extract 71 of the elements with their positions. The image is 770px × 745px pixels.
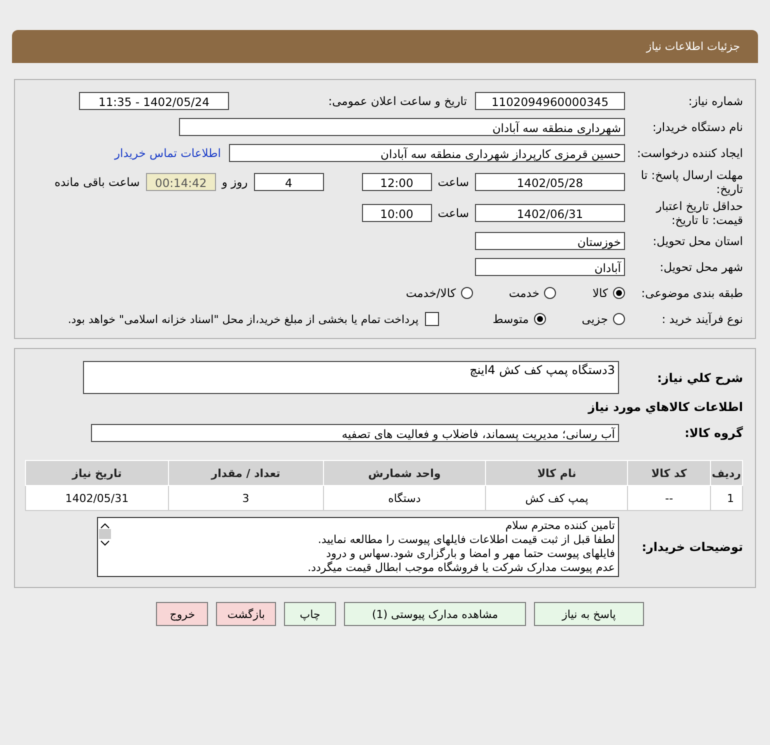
remaining-time-field: 00:14:42: [146, 172, 216, 190]
category-radio[interactable]: کالا: [592, 286, 625, 300]
category-radio[interactable]: کالا/خدمت: [406, 286, 473, 300]
action-button[interactable]: بازگشت: [216, 602, 276, 626]
category-radio[interactable]: خدمت: [508, 286, 556, 300]
field-label: نام دستگاه خریدار:: [651, 120, 743, 134]
field-label: تاریخ و ساعت اعلان عمومی:: [327, 94, 467, 108]
field-label: شهر محل تحویل:: [658, 260, 743, 274]
column-header: تاریخ نیاز: [26, 460, 168, 486]
action-button[interactable]: پاسخ به نیاز: [534, 602, 644, 626]
radio-icon[interactable]: [460, 287, 473, 299]
field-label: استان محل تحویل:: [652, 234, 743, 248]
scroll-up-icon[interactable]: [100, 522, 110, 530]
buyer-field: شهرداری منطقه سه آبادان: [179, 118, 625, 136]
field-label: توضیحات خریدار:: [640, 540, 743, 554]
radio-icon[interactable]: [613, 287, 625, 299]
column-header: نام کالا: [486, 460, 628, 486]
field-label: ایجاد کننده درخواست:: [636, 146, 743, 160]
field-label: مهلت ارسال پاسخ: تا تاریخ:: [640, 168, 743, 196]
table-cell: پمپ کف کش: [486, 486, 628, 510]
deadline-date-field: 1402/05/28: [475, 172, 625, 190]
purchase-type-radio[interactable]: متوسط: [492, 312, 546, 326]
table-cell: 1: [710, 486, 742, 510]
deadline-time-field: 12:00: [362, 172, 432, 190]
table-cell: --: [628, 486, 710, 510]
goods-group-field: آب رسانی؛ مدیریت پسماند، فاضلاب و فعالیت های تصفیه: [91, 424, 619, 442]
radio-icon[interactable]: [534, 313, 546, 325]
creator-field: حسین قرمزی کارپرداز شهرداری منطقه سه آبادان: [229, 144, 625, 162]
field-label: طبقه بندی موضوعی:: [640, 286, 743, 300]
need-number-field: 1102094960000345: [475, 92, 625, 110]
field-label: شرح کلي نياز:: [656, 370, 743, 384]
radio-icon[interactable]: [544, 287, 556, 299]
note-line: تامین کننده محترم سلام: [504, 519, 615, 533]
city-field: آبادان: [475, 258, 625, 276]
remaining-label: ساعت باقی مانده: [54, 174, 140, 188]
field-label: نوع فرآیند خرید :: [660, 312, 743, 326]
province-field: خوزستان: [475, 232, 625, 250]
note-line: لطفا قبل از ثبت قیمت اطلاعات فایلهای پیوست را مطالعه نمایید.: [316, 533, 615, 547]
time-label: ساعت: [438, 174, 469, 188]
buyer-contact-link[interactable]: اطلاعات تماس خریدار: [114, 146, 221, 160]
payment-checkbox-label: پرداخت تمام یا بخشی از مبلغ خرید،از محل "اسناد خزانه اسلامی" خواهد بود.: [68, 312, 419, 326]
days-label: روز و: [222, 174, 248, 188]
field-label: شماره نیاز:: [687, 94, 743, 108]
field-label: حداقل تاریخ اعتبار قیمت: تا تاریخ:: [654, 198, 743, 226]
section-heading: اطلاعات کالاهاي مورد نياز: [588, 400, 743, 414]
table-cell: 1402/05/31: [26, 486, 168, 510]
column-header: واحد شمارش: [323, 460, 486, 486]
purchase-type-radio[interactable]: جزیی: [582, 312, 625, 326]
action-button[interactable]: مشاهده مدارک پیوستی (1): [344, 602, 526, 626]
days-field: 4: [254, 172, 324, 190]
column-header: ردیف: [710, 460, 742, 486]
validity-time-field: 10:00: [362, 204, 432, 222]
checkbox[interactable]: [424, 312, 439, 326]
radio-icon[interactable]: [613, 313, 625, 325]
note-line: فایلهای پیوست حتما مهر و امضا و بارگزاری شود.سهاس و درود: [325, 547, 615, 561]
description-field: 3دستگاه پمپ کف کش 4اینچ: [83, 361, 619, 394]
validity-date-field: 1402/06/31: [475, 204, 625, 222]
scroll-down-icon[interactable]: [100, 538, 110, 546]
column-header: تعداد / مقدار: [168, 460, 324, 486]
note-line: عدم پیوست مدارک شرکت یا فروشگاه موجب ابطال قیمت میگردد.: [306, 561, 615, 575]
table-cell: دستگاه: [323, 486, 486, 510]
action-button[interactable]: چاپ: [284, 602, 336, 626]
action-button[interactable]: خروج: [156, 602, 208, 626]
field-label: گروه کالا:: [684, 426, 743, 440]
announce-date-field: 1402/05/24 - 11:35: [79, 92, 229, 110]
scroll-thumb[interactable]: [99, 529, 111, 539]
column-header: کد کالا: [628, 460, 710, 486]
notes-textarea[interactable]: تامین کننده محترم سلام لطفا قبل از ثبت قیمت اطلاعات فایلهای پیوست را مطالعه نمایید. فایلهای پیوست حتما مهر و امضا و بارگزاری شود.سهاس و درود عدم پیوست مدارک شرکت یا فروشگاه موجب ابطال قیمت میگردد.: [97, 517, 619, 577]
page-title: جزئیات اطلاعات نیاز: [646, 40, 740, 53]
time-label: ساعت: [438, 206, 469, 220]
table-cell: 3: [168, 486, 324, 510]
